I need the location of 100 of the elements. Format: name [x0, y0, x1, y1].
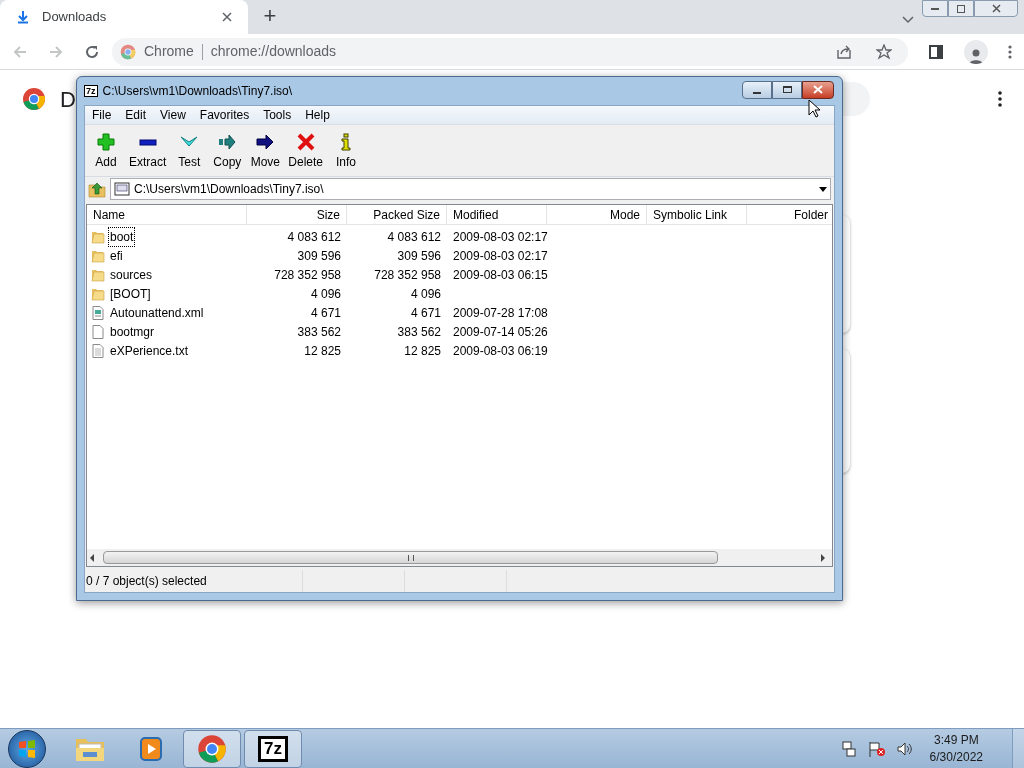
toolbar-button[interactable]: Extract: [126, 133, 170, 171]
scroll-left-icon[interactable]: [89, 553, 95, 562]
table-cell: 2009-08-03 06:15: [453, 267, 548, 282]
column-header[interactable]: Modified: [447, 205, 547, 224]
column-header[interactable]: Packed Size: [347, 205, 447, 224]
new-tab-button[interactable]: +: [256, 2, 284, 30]
file-name[interactable]: [BOOT]: [108, 283, 153, 304]
menu-item[interactable]: Tools: [257, 106, 298, 124]
toolbar-button[interactable]: Delete: [285, 133, 327, 171]
table-cell: 383 562: [297, 324, 341, 339]
scroll-right-icon[interactable]: [820, 553, 826, 562]
table-cell: 2009-07-28 17:08: [453, 305, 548, 320]
speaker-icon[interactable]: [896, 740, 913, 757]
column-header[interactable]: Size: [247, 205, 347, 224]
share-icon[interactable]: [836, 43, 852, 60]
minimize-button[interactable]: [742, 80, 772, 99]
taskbar-button[interactable]: 7z: [244, 729, 302, 768]
chrome-icon: [120, 43, 136, 60]
table-cell: 4 671: [310, 305, 341, 320]
media-player-icon: [138, 735, 164, 762]
chrome-icon: [197, 733, 227, 764]
table-cell: 2009-07-14 05:26: [453, 324, 548, 339]
url-text: chrome://downloads: [210, 42, 338, 61]
disc-image-icon: [114, 182, 130, 196]
side-panel-icon[interactable]: [928, 43, 944, 60]
column-header[interactable]: Folder: [747, 205, 832, 224]
sevenzip-icon: 7z: [258, 735, 288, 762]
star-icon[interactable]: [876, 43, 892, 60]
browser-tab[interactable]: Downloads: [0, 0, 248, 34]
path-field[interactable]: C:\Users\vm1\Downloads\Tiny7.iso\: [110, 178, 831, 200]
column-header[interactable]: Symbolic Link: [647, 205, 747, 224]
folder-icon: [91, 267, 105, 282]
horizontal-scrollbar[interactable]: [87, 549, 832, 566]
toolbar-button[interactable]: Info: [328, 133, 365, 171]
file-name[interactable]: bootmgr: [108, 321, 157, 342]
clock-date: 6/30/2022: [929, 748, 983, 766]
close-icon[interactable]: [222, 12, 232, 22]
menu-item[interactable]: File: [86, 106, 118, 124]
menu-icon[interactable]: [1008, 43, 1012, 60]
folder-icon: [91, 286, 105, 301]
column-header[interactable]: Name: [87, 205, 247, 224]
flag-icon[interactable]: [867, 740, 886, 757]
address-bar[interactable]: Chrome chrome://downloads: [112, 37, 908, 66]
text-file-icon: [91, 343, 105, 358]
minimize-button[interactable]: [922, 0, 948, 17]
start-button[interactable]: [8, 729, 46, 768]
menu-icon[interactable]: [998, 91, 1002, 107]
table-cell: 309 596: [397, 248, 441, 263]
table-cell: 4 083 612: [387, 229, 441, 244]
profile-icon[interactable]: [964, 39, 988, 64]
cross-icon: [296, 133, 315, 151]
xml-file-icon: [91, 305, 105, 320]
folder-icon: [91, 229, 105, 244]
file-icon: [91, 324, 105, 339]
table-cell: 4 096: [310, 286, 341, 301]
chrome-logo: [22, 87, 46, 111]
menu-item[interactable]: Favorites: [193, 106, 256, 124]
file-name[interactable]: sources: [108, 264, 155, 285]
mouse-cursor: [808, 99, 820, 118]
table-cell: 4 083 612: [287, 229, 341, 244]
chevron-down-icon[interactable]: [902, 16, 914, 24]
maximize-button[interactable]: [772, 80, 802, 99]
clock[interactable]: 3:49 PM 6/30/2022: [929, 731, 983, 766]
table-cell: 2009-08-03 02:17: [453, 229, 548, 244]
table-cell: 2009-08-03 02:17: [453, 248, 548, 263]
menu-item[interactable]: View: [154, 106, 192, 124]
file-name[interactable]: Autounattend.xml: [108, 302, 206, 323]
arrow-icon: [218, 133, 237, 151]
path-text: C:\Users\vm1\Downloads\Tiny7.iso\: [134, 181, 325, 198]
table-cell: 728 352 958: [374, 267, 441, 282]
toolbar-button[interactable]: Test: [171, 133, 208, 171]
page-heading: D: [60, 85, 76, 114]
site-label: Chrome: [144, 42, 194, 61]
file-name[interactable]: boot: [108, 226, 136, 247]
network-icon[interactable]: [840, 740, 857, 757]
folder-up-icon[interactable]: [88, 180, 106, 198]
folder-icon: [91, 248, 105, 263]
tab-title: Downloads: [42, 8, 108, 27]
table-cell: 12 825: [404, 343, 441, 358]
close-icon: [991, 4, 1001, 13]
close-button[interactable]: [802, 80, 834, 99]
taskbar-button[interactable]: [183, 729, 241, 768]
dropdown-arrow-icon[interactable]: [819, 186, 827, 192]
file-name[interactable]: efi: [108, 245, 125, 266]
window-title: C:\Users\vm1\Downloads\Tiny7.iso\: [102, 83, 294, 100]
restore-button[interactable]: [948, 0, 974, 17]
table-cell: 12 825: [304, 343, 341, 358]
clock-time: 3:49 PM: [933, 731, 979, 749]
column-header[interactable]: Mode: [547, 205, 647, 224]
status-text: 0 / 7 object(s) selected: [86, 573, 207, 590]
windows-logo: [17, 738, 37, 759]
table-cell: 383 562: [397, 324, 441, 339]
reload-icon[interactable]: [84, 43, 100, 60]
toolbar-button[interactable]: Move: [247, 133, 284, 171]
menu-item[interactable]: Edit: [119, 106, 153, 124]
toolbar-button[interactable]: Add: [88, 133, 124, 171]
table-cell: 2009-08-03 06:19: [453, 343, 548, 358]
file-name[interactable]: eXPerience.txt: [108, 340, 191, 361]
menu-item[interactable]: Help: [299, 106, 336, 124]
toolbar-button[interactable]: Copy: [209, 133, 246, 171]
